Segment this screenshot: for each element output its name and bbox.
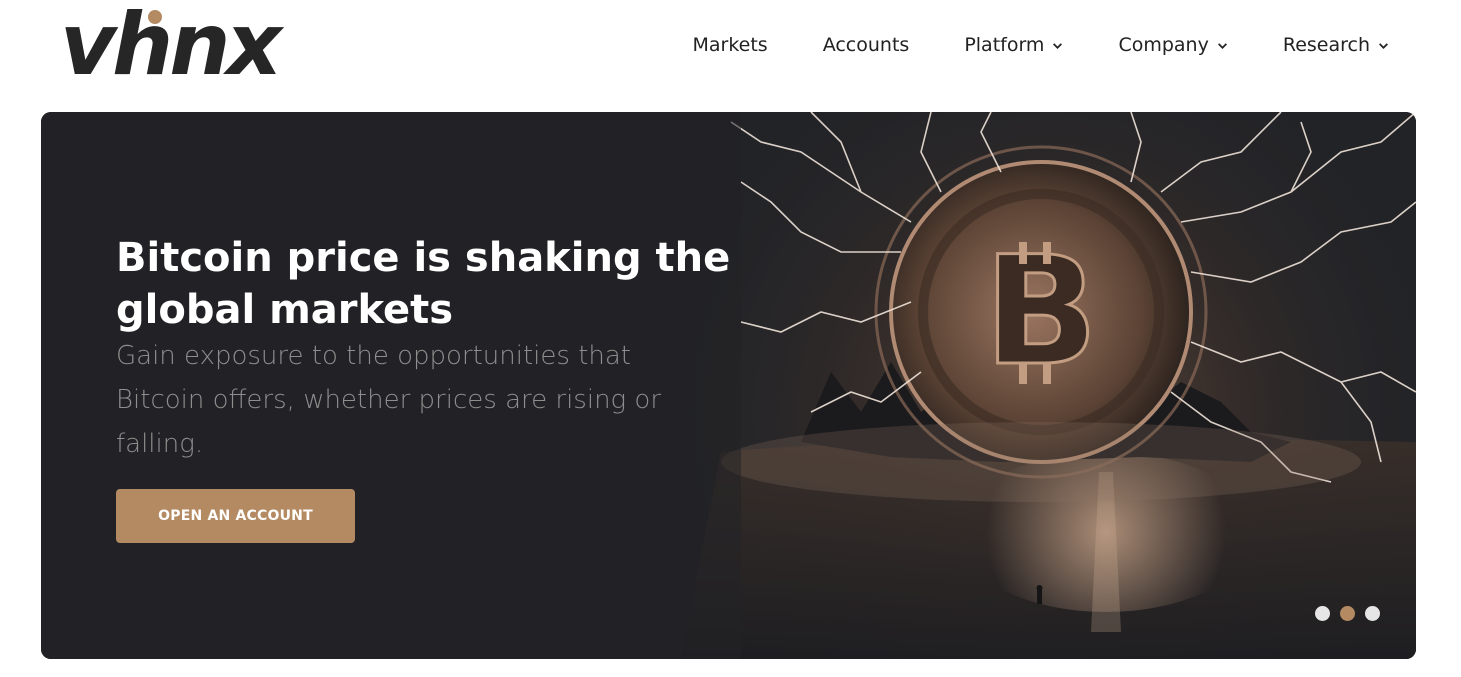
nav-item-accounts[interactable]: Accounts [823,34,910,56]
nav-item-company[interactable]: Company [1118,34,1227,56]
nav-item-label: Company [1118,34,1209,56]
carousel-dot-active[interactable] [1340,606,1355,621]
chevron-down-icon [1217,42,1227,49]
hero-banner: B Bitcoin price is shaking the global ma… [41,112,1416,659]
carousel-dots [1315,606,1380,621]
carousel-dot[interactable] [1365,606,1380,621]
carousel-dot[interactable] [1315,606,1330,621]
nav-item-label: Research [1282,34,1370,56]
nav-item-platform[interactable]: Platform [964,34,1063,56]
hero-subtitle: Gain exposure to the opportunities that … [116,341,662,459]
nav-item-label: Accounts [822,34,910,56]
brand-logo[interactable]: vhnx [60,0,282,90]
nav-item-research[interactable]: Research [1283,34,1389,56]
main-nav: Markets Accounts Platform Company Resear… [692,34,1389,56]
nav-item-label: Markets [692,34,768,56]
logo-text: vhnx [60,0,282,95]
hero-title: Bitcoin price is shaking the global mark… [116,235,731,333]
logo-dot-icon [148,10,162,24]
svg-text:B: B [984,225,1098,399]
nav-item-markets[interactable]: Markets [692,34,767,56]
open-account-button[interactable]: OPEN AN ACCOUNT [116,489,355,543]
chevron-down-icon [1379,42,1388,49]
chevron-down-icon [1053,42,1063,49]
nav-item-label: Platform [964,34,1045,56]
